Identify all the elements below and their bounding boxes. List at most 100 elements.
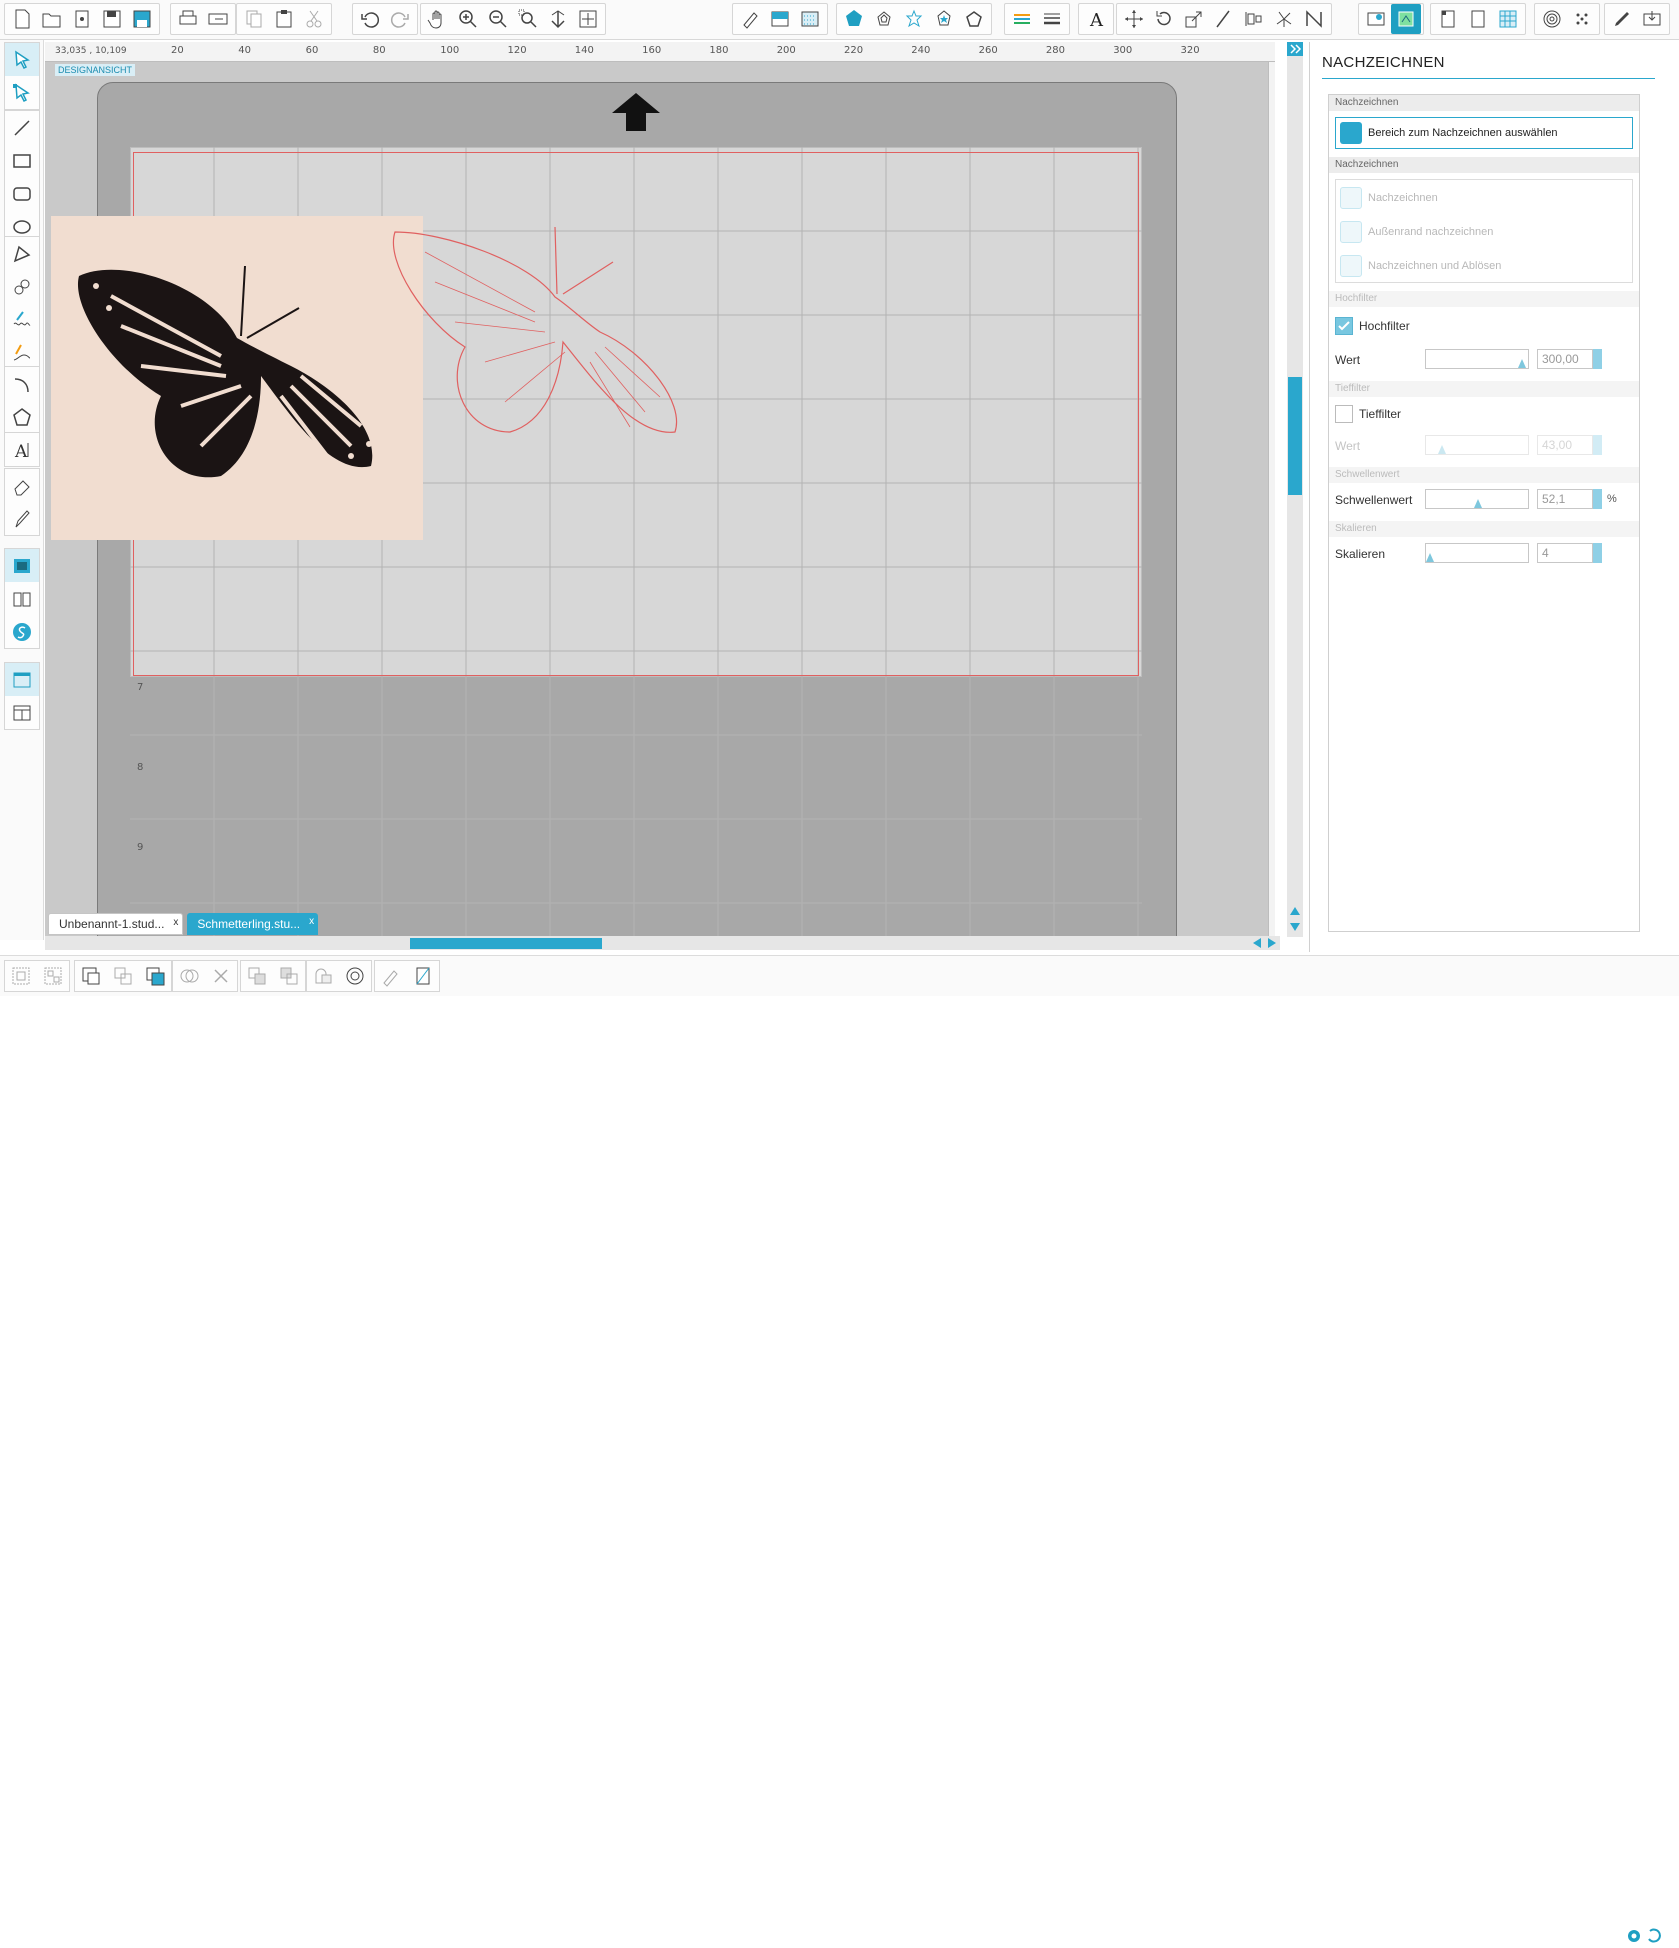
send-to-cutter-icon[interactable] [203, 4, 233, 34]
highpass-checkbox[interactable] [1335, 317, 1353, 335]
edit-points-icon[interactable] [5, 76, 39, 109]
rotate-icon[interactable] [1149, 4, 1179, 34]
print-icon[interactable] [173, 4, 203, 34]
highpass-stepper[interactable] [1593, 349, 1602, 369]
scroll-up-icon[interactable] [1288, 904, 1302, 918]
arc-tool-icon[interactable] [5, 367, 39, 400]
rectangle-tool-icon[interactable] [5, 144, 39, 177]
cut-icon[interactable] [299, 4, 329, 34]
send-to-back-icon[interactable] [241, 961, 273, 991]
highpass-value-field[interactable]: 300,00 [1537, 349, 1593, 369]
highpass-slider[interactable] [1425, 349, 1529, 369]
lowpass-stepper[interactable] [1593, 435, 1602, 455]
highpass-slider-handle[interactable] [1518, 359, 1526, 368]
weld-icon[interactable] [173, 961, 205, 991]
design-canvas[interactable]: 33,035 , 10,109 20 40 60 80 100 120 140 160 180 2… [45, 42, 1275, 937]
threshold-slider[interactable] [1425, 489, 1529, 509]
settings-gear-icon[interactable] [1624, 1924, 1664, 1948]
replicate-panel-icon[interactable] [1269, 4, 1299, 34]
open-recent-icon[interactable] [67, 4, 97, 34]
rounded-rectangle-tool-icon[interactable] [5, 177, 39, 210]
scale-value-field[interactable]: 4 [1537, 543, 1593, 563]
eraser-tool-icon[interactable] [5, 469, 39, 502]
polygon-tool-icon[interactable] [5, 237, 39, 270]
rhinestone-icon[interactable] [1567, 4, 1597, 34]
threshold-slider-handle[interactable] [1474, 499, 1482, 508]
zoom-in-icon[interactable] [453, 4, 483, 34]
undo-icon[interactable] [355, 4, 385, 34]
close-tab-icon[interactable]: x [173, 917, 178, 928]
polygon-icon[interactable] [959, 4, 989, 34]
line-tool-icon[interactable] [5, 111, 39, 144]
image-library-icon[interactable] [1361, 4, 1391, 34]
save-icon[interactable] [97, 4, 127, 34]
scroll-left-icon[interactable] [1250, 936, 1264, 950]
horizontal-scroll-thumb[interactable] [410, 938, 602, 949]
page-setup-icon[interactable] [1433, 4, 1463, 34]
fill-pattern-icon[interactable] [795, 4, 825, 34]
collapse-panel-icon[interactable] [1287, 42, 1303, 56]
transform-icon[interactable] [1119, 4, 1149, 34]
scroll-down-icon[interactable] [1288, 920, 1302, 934]
curve-tool-icon[interactable] [5, 270, 39, 303]
pan-hand-icon[interactable] [423, 4, 453, 34]
align-icon[interactable] [1239, 4, 1269, 34]
copy-icon[interactable] [239, 4, 269, 34]
shape-blue-icon[interactable] [839, 4, 869, 34]
scale-stepper[interactable] [1593, 543, 1602, 563]
grid-icon[interactable] [1493, 4, 1523, 34]
zoom-select-icon[interactable] [513, 4, 543, 34]
horizontal-scrollbar[interactable] [45, 936, 1280, 950]
redo-icon[interactable] [385, 4, 415, 34]
open-file-icon[interactable] [37, 4, 67, 34]
trace-and-detach-button[interactable]: Nachzeichnen und Ablösen [1336, 250, 1634, 282]
offset-bottom-icon[interactable] [339, 961, 371, 991]
trace-outer-edge-button[interactable]: Außenrand nachzeichnen [1336, 216, 1634, 248]
lowpass-checkbox[interactable] [1335, 405, 1353, 423]
scale-slider[interactable] [1425, 543, 1529, 563]
paste-icon[interactable] [269, 4, 299, 34]
lowpass-slider-handle[interactable] [1438, 445, 1446, 454]
lowpass-slider[interactable] [1425, 435, 1529, 455]
fit-to-page-icon[interactable] [573, 4, 603, 34]
scroll-right-icon[interactable] [1265, 936, 1279, 950]
scale-icon[interactable] [1179, 4, 1209, 34]
scale-slider-handle[interactable] [1426, 553, 1434, 562]
document-tab[interactable]: Unbenannt-1.stud... x [48, 913, 184, 935]
threshold-stepper[interactable] [1593, 489, 1602, 509]
traced-butterfly-outline[interactable] [385, 222, 685, 452]
vertical-scrollbar[interactable] [1287, 42, 1303, 937]
threshold-value-field[interactable]: 52,1 [1537, 489, 1593, 509]
select-trace-area-button[interactable]: Bereich zum Nachzeichnen auswählen [1335, 117, 1633, 149]
lowpass-value-field[interactable]: 43,00 [1537, 435, 1593, 455]
butterfly-photo[interactable] [51, 216, 423, 540]
shear-icon[interactable] [1209, 4, 1239, 34]
split-view-icon[interactable] [5, 696, 39, 729]
star-icon[interactable] [929, 4, 959, 34]
trace-icon[interactable] [1391, 4, 1421, 34]
compound-path-icon[interactable] [75, 961, 107, 991]
document-tab[interactable]: Schmetterling.stu... x [187, 913, 319, 935]
shadow-icon[interactable] [307, 961, 339, 991]
ungroup-icon[interactable] [37, 961, 69, 991]
offset-panel-icon[interactable] [1537, 4, 1567, 34]
nesting-icon[interactable] [1299, 4, 1329, 34]
release-page-icon[interactable] [407, 961, 439, 991]
freehand-tool-icon[interactable] [5, 303, 39, 336]
smooth-freehand-tool-icon[interactable] [5, 336, 39, 369]
trace-brush-icon[interactable] [375, 961, 407, 991]
close-tab-icon[interactable]: x [309, 916, 314, 927]
line-style-icon[interactable] [735, 4, 765, 34]
delete-icon[interactable] [205, 961, 237, 991]
trace-button[interactable]: Nachzeichnen [1336, 182, 1634, 214]
select-arrow-icon[interactable] [5, 43, 39, 76]
line-color-icon[interactable] [1007, 4, 1037, 34]
replicate-icon[interactable] [899, 4, 929, 34]
send-icon[interactable] [1637, 4, 1667, 34]
regular-polygon-tool-icon[interactable] [5, 400, 39, 433]
fill-color-icon[interactable] [765, 4, 795, 34]
release-compound-icon[interactable] [107, 961, 139, 991]
zoom-out-icon[interactable] [483, 4, 513, 34]
design-view-icon[interactable] [5, 549, 39, 582]
vertical-scroll-thumb[interactable] [1288, 377, 1302, 495]
